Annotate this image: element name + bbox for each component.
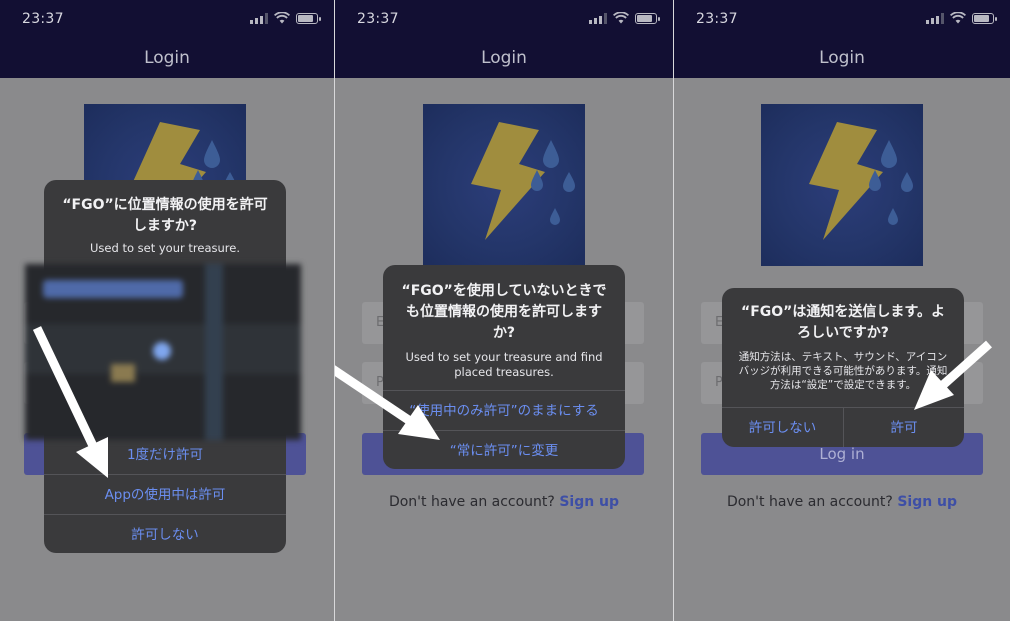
screen-always-location: 23:37 Login E P Don't have an account? S… [335, 0, 673, 621]
annotation-arrow [335, 365, 440, 440]
annotation-arrow [32, 326, 108, 478]
screen-location-permission: 23:37 Login “FGO”に位置情報の使用を許可しますか? Used t… [0, 0, 334, 621]
screen-notification-permission: 23:37 Login E P Log in Don't have an acc… [674, 0, 1010, 621]
annotation-arrow [914, 340, 992, 410]
